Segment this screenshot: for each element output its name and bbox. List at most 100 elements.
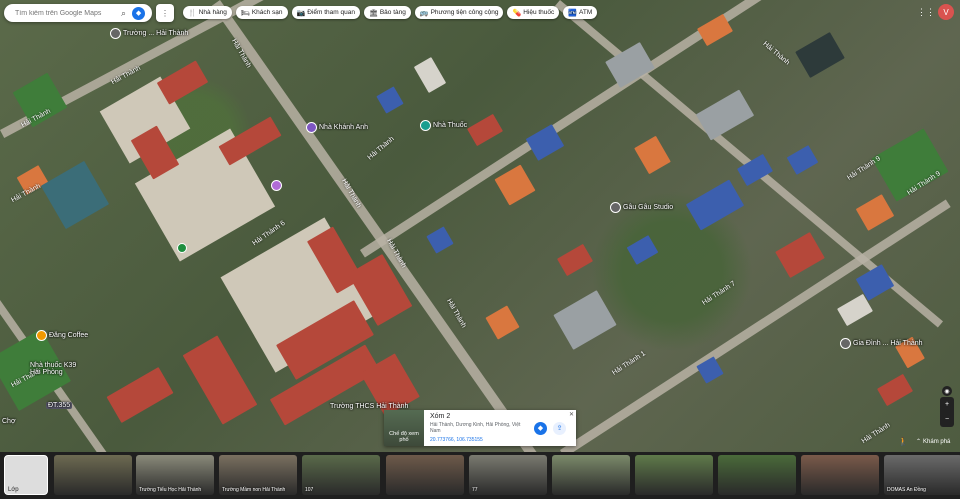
close-icon[interactable]: ✕: [569, 411, 574, 418]
street-label: Hải Thành: [445, 297, 468, 330]
building: [494, 164, 536, 206]
photo-tile[interactable]: [552, 455, 630, 495]
photo-tile[interactable]: [718, 455, 796, 495]
pharmacy-icon: 💊: [512, 9, 522, 17]
layers-button[interactable]: Lớp: [4, 455, 48, 495]
building: [855, 194, 895, 231]
photo-caption: 77: [472, 487, 478, 493]
satellite-map[interactable]: Hải Thành Hải Thành Hải Thành Hải Thành …: [0, 0, 960, 452]
building: [182, 335, 258, 425]
building: [786, 145, 819, 175]
chip-label: Phương tiện công cộng: [430, 9, 499, 16]
pegman-menu-icon[interactable]: ⋮: [156, 4, 174, 22]
chip-restaurant[interactable]: 🍴 Nhà hàng: [183, 6, 232, 19]
place-info-card[interactable]: Chế độ xem phố Xóm 2 Hải Thành, Dương Ki…: [384, 410, 576, 446]
chip-label: Điểm tham quan: [307, 9, 355, 16]
transit-icon: 🚌: [419, 9, 429, 17]
photo-tile[interactable]: [386, 455, 464, 495]
poi-gau-gau-studio[interactable]: Gâu Gâu Studio: [610, 202, 673, 213]
explore-button[interactable]: ⌃ Khám phá: [916, 438, 950, 446]
camera-pin-icon: [610, 202, 621, 213]
search-icon[interactable]: ⌕: [121, 8, 126, 19]
chip-label: Bảo tàng: [379, 9, 406, 16]
street-label: Hải Thành 7: [701, 280, 737, 307]
photo-tile[interactable]: Trường Mầm non Hải Thành: [219, 455, 297, 495]
building: [634, 135, 671, 175]
building: [877, 373, 913, 407]
chip-transit[interactable]: 🚌 Phương tiện công cộng: [414, 6, 504, 19]
directions-button[interactable]: ◆: [534, 421, 547, 435]
street-label: Hải Thành: [860, 421, 892, 446]
building: [553, 290, 617, 350]
zoom-in-button[interactable]: +: [945, 401, 949, 408]
place-pin-icon: [840, 338, 851, 349]
road-badge: ĐT.355: [46, 402, 73, 409]
green-pin-icon[interactable]: [177, 243, 187, 253]
place-coordinates[interactable]: 20.773766, 106.735155: [430, 437, 530, 443]
building: [626, 235, 659, 265]
street-view-thumbnail[interactable]: Chế độ xem phố: [384, 410, 424, 446]
share-button[interactable]: ⇪: [553, 421, 566, 435]
photo-tile[interactable]: 77: [469, 455, 547, 495]
pond: [795, 32, 845, 78]
building: [156, 60, 209, 105]
building: [376, 86, 404, 114]
building: [685, 179, 745, 231]
pharmacy-pin-icon: [420, 120, 431, 131]
photo-caption: Trường Tiểu Học Hải Thành: [139, 487, 202, 493]
building: [557, 243, 593, 277]
home-icon: [306, 122, 317, 133]
photo-tile[interactable]: Trường Tiểu Học Hải Thành: [136, 455, 214, 495]
photo-caption: Trường Mầm non Hải Thành: [222, 487, 286, 493]
poi-nha-thuoc-k39[interactable]: Nhà thuốc K39 Hải Phòng: [30, 362, 76, 376]
poi-school-top[interactable]: Trường ... Hải Thành: [110, 28, 188, 39]
avatar[interactable]: V: [938, 4, 954, 20]
photo-tile[interactable]: DOMAS An Đồng: [884, 455, 960, 495]
building: [485, 305, 520, 340]
poi-right[interactable]: Gia Đình ... Hải Thành: [840, 338, 923, 349]
photo-tile[interactable]: 107: [302, 455, 380, 495]
compass-icon[interactable]: ◉: [942, 386, 952, 396]
museum-icon: 🏛: [368, 9, 378, 17]
building: [775, 232, 825, 278]
photo-tile[interactable]: [635, 455, 713, 495]
poi-cho[interactable]: Chợ: [2, 418, 16, 425]
chip-atm[interactable]: 🏧 ATM: [563, 6, 598, 19]
street-label: Hải Thành: [366, 135, 396, 162]
chip-hotel[interactable]: 🛏 Khách sạn: [235, 6, 288, 19]
pegman-icon[interactable]: 🚶: [898, 437, 908, 446]
building: [218, 116, 282, 166]
chip-label: ATM: [579, 9, 593, 16]
building: [426, 226, 454, 254]
chip-label: Khách sạn: [251, 9, 283, 16]
chip-museum[interactable]: 🏛 Bảo tàng: [363, 6, 411, 19]
restaurant-icon: 🍴: [188, 9, 197, 17]
poi-dang-coffee[interactable]: Đăng Coffee: [36, 330, 88, 341]
directions-icon[interactable]: ◆: [132, 6, 146, 20]
building: [106, 367, 174, 423]
purple-pin-icon[interactable]: [271, 180, 282, 191]
atm-icon: 🏧: [568, 9, 577, 17]
search-input[interactable]: [13, 8, 117, 18]
chip-label: Nhà hàng: [198, 9, 227, 16]
poi-school-bottom[interactable]: Trường THCS Hải Thành: [330, 403, 408, 410]
poi-nha-thuoc[interactable]: Nhà Thuốc: [420, 120, 467, 131]
chip-label: Hiệu thuốc: [523, 9, 555, 16]
zoom-out-button[interactable]: −: [945, 416, 949, 423]
chip-attraction[interactable]: 📷 Điểm tham quan: [291, 6, 360, 19]
zoom-control[interactable]: + −: [940, 397, 954, 427]
street-label: Hải Thành: [761, 40, 791, 67]
photo-caption: 107: [305, 487, 314, 493]
hotel-icon: 🛏: [240, 9, 250, 17]
search-box[interactable]: ⌕ ◆: [4, 4, 152, 22]
chevron-up-icon: ⌃: [916, 439, 922, 445]
apps-grid-icon[interactable]: ⋮⋮: [917, 5, 935, 19]
photo-strip[interactable]: Trường Tiểu Học Hải Thành Trường Mầm non …: [0, 452, 960, 499]
chip-pharmacy[interactable]: 💊 Hiệu thuốc: [507, 6, 560, 19]
poi-nha-khanh-anh[interactable]: Nhà Khánh Anh: [306, 122, 368, 133]
category-chips: 🍴 Nhà hàng 🛏 Khách sạn 📷 Điểm tham quan 🏛 Bảo t…: [183, 6, 598, 19]
building: [413, 57, 447, 93]
road: [560, 199, 951, 452]
photo-tile[interactable]: [54, 455, 132, 495]
photo-tile[interactable]: [801, 455, 879, 495]
